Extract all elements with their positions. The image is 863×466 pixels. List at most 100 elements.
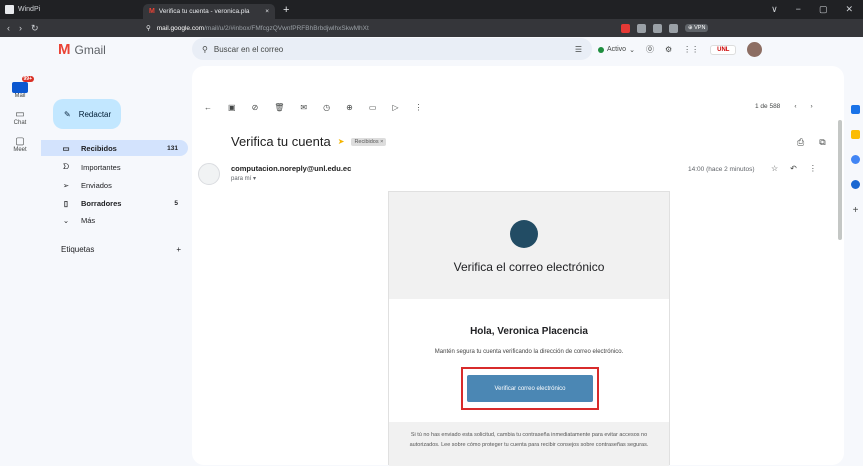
message-subject: Verifica tu cuenta ➤ Recibidos ×: [231, 134, 387, 149]
filter-icon[interactable]: ☰: [575, 45, 582, 54]
extension-icon[interactable]: [669, 23, 678, 33]
close-tab-icon[interactable]: ×: [265, 8, 269, 15]
message-toolbar: ← ▣ ⊘ 🗑 ✉ ◷ ⊕ ▭ ▷ ⋮: [204, 103, 423, 112]
site-info-icon[interactable]: ⚲: [146, 24, 151, 32]
star-icon[interactable]: ☆: [771, 164, 778, 173]
email-body-card: Verifica el correo electrónico Hola, Ver…: [388, 191, 670, 466]
chat-icon: ▭: [15, 109, 25, 120]
gmail-m-icon: M: [58, 41, 71, 58]
side-panel: +: [848, 60, 863, 465]
address-bar: ‹ › ↻ ⚲ mail.google.com/mail/u/2/#inbox/…: [0, 19, 863, 37]
rail-mail[interactable]: 99+ Mail: [0, 76, 40, 99]
extension-icon[interactable]: [653, 23, 662, 33]
url-field[interactable]: ⚲ mail.google.com/mail/u/2/#inbox/FMfcgz…: [146, 24, 596, 33]
rail-chat[interactable]: ▭ Chat: [0, 109, 40, 126]
gmail-favicon-icon: M: [149, 8, 155, 15]
older-icon[interactable]: ›: [810, 103, 812, 110]
new-tab-button[interactable]: +: [283, 4, 289, 16]
url-path: /mail/u/2/#inbox/FMfcgzQVwnfPRFBhBrbdjwl…: [204, 24, 369, 32]
sidebar-item-inbox[interactable]: ▭ Recibidos 131: [41, 140, 188, 156]
search-icon[interactable]: ⚲: [202, 45, 208, 54]
settings-icon[interactable]: ⚙: [665, 45, 672, 54]
calendar-icon[interactable]: [851, 105, 860, 114]
apps-grid-icon[interactable]: ⋮⋮: [683, 45, 699, 54]
add-task-icon[interactable]: ⊕: [346, 103, 353, 112]
rail-meet[interactable]: ▢ Meet: [0, 136, 40, 153]
reload-button[interactable]: ↻: [31, 23, 39, 34]
tasks-icon[interactable]: [851, 155, 860, 164]
help-icon[interactable]: ⓪: [646, 44, 654, 55]
message-time: 14:00 (hace 2 minutos): [688, 166, 755, 173]
sidebar-item-drafts[interactable]: ▯ Borradores 5: [41, 195, 188, 211]
minimize-button[interactable]: −: [796, 4, 801, 15]
email-headline: Verifica el correo electrónico: [453, 260, 605, 274]
app-icon: [5, 5, 14, 14]
vpn-badge[interactable]: ⊕ VPN: [685, 24, 709, 32]
more-options-icon[interactable]: ⋮: [809, 164, 817, 173]
back-button[interactable]: ‹: [7, 23, 10, 34]
back-arrow-icon[interactable]: ←: [204, 103, 212, 112]
subject-text: Verifica tu cuenta: [231, 134, 331, 149]
chevron-down-icon: ⌄: [629, 46, 635, 54]
add-label-button[interactable]: +: [176, 245, 181, 254]
more-options-icon[interactable]: ⋮: [415, 103, 423, 112]
report-spam-icon[interactable]: ⊘: [252, 103, 259, 112]
window-controls: ∨ − ▢ ✕: [771, 4, 863, 15]
scrollbar[interactable]: [838, 120, 842, 240]
gmail-logo[interactable]: M Gmail: [58, 41, 106, 58]
important-icon: ᗤ: [62, 162, 70, 171]
org-logo[interactable]: UNL: [710, 44, 737, 55]
subject-actions: ⎙ ⧉: [797, 137, 826, 148]
mark-unread-icon[interactable]: ✉: [300, 103, 307, 112]
search-input[interactable]: Buscar en el correo: [214, 45, 283, 54]
keep-icon[interactable]: [851, 130, 860, 139]
sender-avatar: [198, 163, 220, 185]
move-to-icon[interactable]: ▭: [369, 103, 377, 112]
maximize-button[interactable]: ▢: [819, 4, 828, 15]
sender-email[interactable]: computacion.noreply@unl.edu.ec: [231, 164, 351, 173]
reply-icon[interactable]: ↶: [790, 164, 797, 173]
pencil-icon: ✎: [64, 109, 71, 119]
greeting: Hola, Veronica Placencia: [470, 326, 588, 337]
labels-section: Etiquetas +: [61, 245, 181, 254]
label-chip[interactable]: Recibidos ×: [351, 137, 387, 146]
pagination: 1 de 588 ‹ ›: [755, 103, 813, 110]
sidebar-item-sent[interactable]: ➢ Enviados: [41, 177, 188, 193]
close-window-button[interactable]: ✕: [845, 4, 853, 15]
open-new-window-icon[interactable]: ⧉: [819, 137, 825, 148]
window-titlebar: WindPi M Verifica tu cuenta - veronica.p…: [0, 0, 863, 19]
url-host: mail.google.com: [156, 24, 205, 32]
browser-tab[interactable]: M Verifica tu cuenta - veronica.pla ×: [143, 4, 275, 19]
extension-icon[interactable]: [637, 23, 646, 33]
extension-icon[interactable]: [621, 23, 630, 33]
search-bar[interactable]: ⚲ Buscar en el correo ☰: [192, 38, 592, 60]
compose-button[interactable]: ✎ Redactar: [53, 99, 121, 129]
nav-buttons: ‹ › ↻: [0, 23, 146, 34]
avatar[interactable]: [747, 42, 763, 57]
add-addon-icon[interactable]: +: [853, 205, 859, 216]
email-header: Verifica el correo electrónico: [389, 192, 669, 299]
print-icon[interactable]: ⎙: [797, 137, 804, 148]
tab-title: Verifica tu cuenta - veronica.pla: [158, 8, 250, 15]
delete-icon[interactable]: 🗑: [274, 103, 284, 112]
extensions: ⊕ VPN: [621, 23, 709, 33]
description: Mantén segura tu cuenta verificando la d…: [434, 349, 624, 355]
meet-icon: ▢: [15, 136, 25, 147]
app-name: WindPi: [0, 5, 143, 14]
contacts-icon[interactable]: [851, 180, 860, 189]
sidebar-item-more[interactable]: ⌄ Más: [41, 212, 188, 228]
header-actions: Activo ⌄ ⓪ ⚙ ⋮⋮ UNL: [598, 42, 763, 57]
verify-email-button[interactable]: Verificar correo electrónico: [467, 375, 593, 402]
forward-button[interactable]: ›: [19, 23, 22, 34]
tab-search-icon[interactable]: ∨: [771, 4, 778, 15]
app-rail: 99+ Mail ▭ Chat ▢ Meet: [0, 37, 40, 465]
snooze-icon[interactable]: ◷: [323, 103, 330, 112]
newer-icon[interactable]: ‹: [794, 103, 796, 110]
sidebar-item-important[interactable]: ᗤ Importantes: [41, 159, 188, 175]
highlight-box: Verificar correo electrónico: [461, 367, 599, 410]
importance-marker-icon[interactable]: ➤: [338, 137, 345, 146]
status-selector[interactable]: Activo ⌄: [598, 46, 635, 54]
recipient-details[interactable]: para mí ▾: [231, 175, 256, 182]
label-icon[interactable]: ▷: [392, 103, 398, 112]
archive-icon[interactable]: ▣: [228, 103, 236, 112]
